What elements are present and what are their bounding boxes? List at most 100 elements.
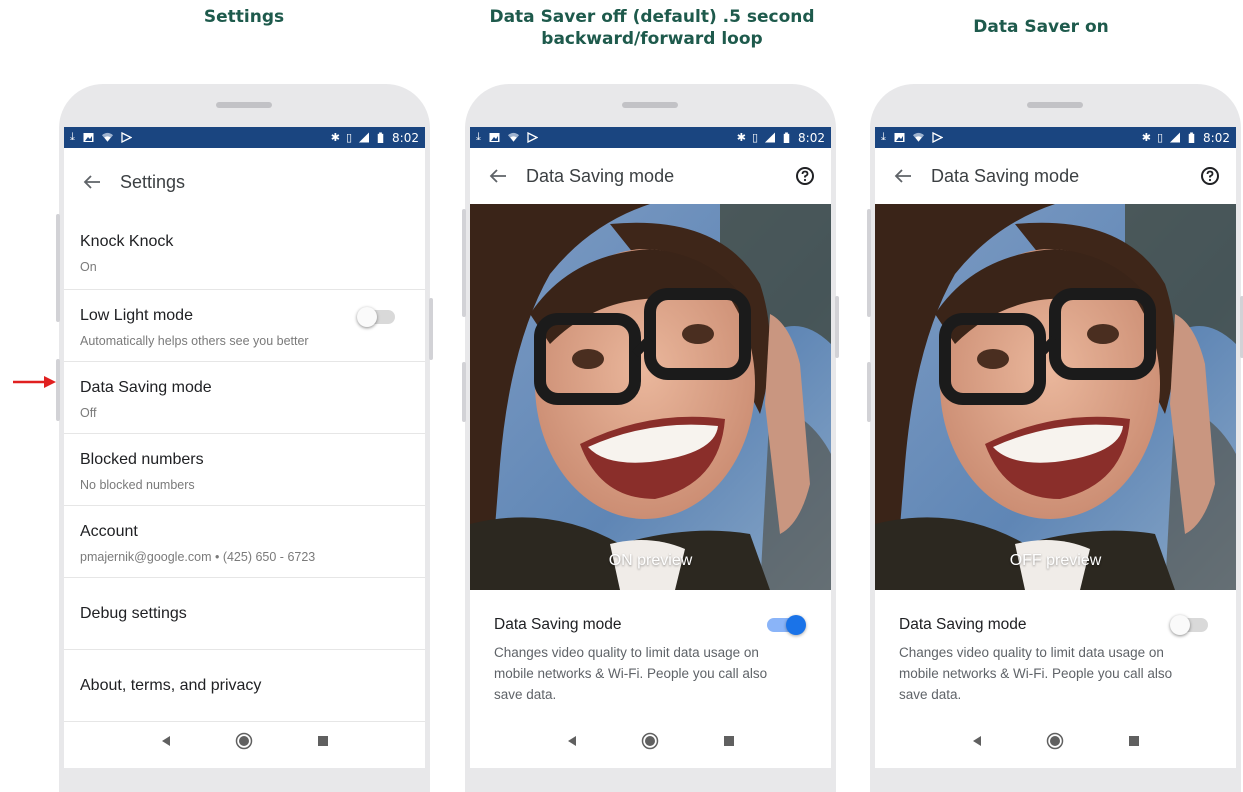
nav-home-icon[interactable] (1046, 732, 1064, 750)
volume-button (867, 209, 871, 317)
data-saving-setting[interactable]: Data Saving mode Changes video quality t… (875, 590, 1236, 705)
play-store-icon (121, 132, 132, 143)
data-saving-toggle[interactable] (1170, 615, 1208, 635)
speaker-grille (1027, 102, 1083, 108)
status-time: 8:02 (392, 130, 419, 145)
nav-bar (64, 714, 425, 768)
status-bar: ⤓ ✱ ▯ 8:02 (64, 127, 425, 148)
back-arrow-icon[interactable] (891, 164, 915, 188)
help-icon[interactable] (793, 164, 817, 188)
red-arrow-icon (13, 376, 56, 388)
nav-recents-icon[interactable] (723, 735, 735, 747)
side-button (462, 362, 466, 422)
nav-back-icon[interactable] (160, 735, 172, 747)
page-title: Settings (120, 171, 186, 192)
page-title: Data Saving mode (931, 165, 1080, 186)
nav-recents-icon[interactable] (317, 735, 329, 747)
download-icon: ⤓ (70, 131, 75, 143)
nav-back-icon[interactable] (971, 735, 983, 747)
data-saving-toolbar: Data Saving mode (470, 148, 831, 204)
settings-heading: Settings (203, 7, 285, 27)
back-arrow-icon[interactable] (80, 170, 104, 194)
data-saver-off-heading: Data Saver off (default) .5 second backw… (489, 7, 815, 49)
item-title: Blocked numbers (80, 451, 204, 468)
toggle-knob (1170, 615, 1190, 635)
data-saving-screen: ⤓ ✱ ▯ 8:02 Data Saving mode (875, 127, 1236, 768)
list-item-blocked-numbers[interactable]: Blocked numbers No blocked numbers (64, 434, 425, 506)
list-item-account[interactable]: Account pmajernik@google.com • (425) 650… (64, 506, 425, 578)
speaker-grille (622, 102, 678, 108)
signal-icon (358, 132, 370, 143)
data-saver-on-heading: Data Saver on (973, 17, 1109, 37)
toggle-knob (357, 307, 377, 327)
settings-screen: ⤓ ✱ ▯ 8:02 Settings Knock Knock On Low L… (64, 127, 425, 768)
setting-title: Data Saving mode (899, 616, 1027, 633)
list-item-low-light-mode[interactable]: Low Light mode Automatically helps other… (64, 290, 425, 362)
bluetooth-icon: ✱ (736, 132, 746, 144)
preview-label: OFF preview (1009, 552, 1102, 569)
vibrate-icon: ▯ (1156, 132, 1164, 144)
data-saving-toggle[interactable] (767, 615, 806, 635)
image-icon (489, 133, 500, 142)
speaker-grille (216, 102, 272, 108)
bluetooth-icon: ✱ (330, 132, 340, 144)
status-time: 8:02 (1203, 130, 1230, 145)
status-bar: ⤓ ✱ ▯ 8:02 (470, 127, 831, 148)
item-title: Knock Knock (80, 233, 174, 250)
list-item-knock-knock[interactable]: Knock Knock On (64, 216, 425, 290)
item-subtitle: On (80, 260, 97, 274)
wifi-icon (507, 132, 519, 142)
item-subtitle: Automatically helps others see you bette… (80, 334, 309, 348)
item-title: Account (80, 523, 138, 540)
data-saving-setting[interactable]: Data Saving mode Changes video quality t… (470, 590, 831, 705)
phone-settings: ⤓ ✱ ▯ 8:02 Settings Knock Knock On Low L… (56, 84, 433, 792)
nav-bar (875, 714, 1236, 768)
status-bar: ⤓ ✱ ▯ 8:02 (875, 127, 1236, 148)
vibrate-icon: ▯ (751, 132, 759, 144)
setting-description: Changes video quality to limit data usag… (899, 645, 1173, 702)
nav-back-icon[interactable] (566, 735, 578, 747)
battery-icon (783, 132, 790, 143)
power-button (835, 296, 839, 358)
wifi-icon (101, 132, 113, 142)
item-subtitle: No blocked numbers (80, 478, 195, 492)
nav-home-icon[interactable] (641, 732, 659, 750)
play-store-icon (527, 132, 538, 143)
image-icon (894, 133, 905, 142)
preview-photo (470, 204, 831, 590)
image-icon (83, 133, 94, 142)
preview-label: ON preview (608, 552, 693, 569)
vibrate-icon: ▯ (345, 132, 353, 144)
item-title: About, terms, and privacy (80, 676, 262, 694)
bluetooth-icon: ✱ (1141, 132, 1151, 144)
low-light-toggle[interactable] (357, 307, 395, 327)
item-subtitle: pmajernik@google.com • (425) 650 - 6723 (80, 550, 316, 564)
phone-data-saver-off: ⤓ ✱ ▯ 8:02 Data Saving mode ON preview D… (462, 84, 839, 792)
list-item-data-saving-mode[interactable]: Data Saving mode Off (64, 362, 425, 434)
signal-icon (1169, 132, 1181, 143)
preview-photo (875, 204, 1236, 590)
play-store-icon (932, 132, 943, 143)
video-preview: OFF preview (875, 204, 1236, 590)
phone-data-saver-on: ⤓ ✱ ▯ 8:02 Data Saving mode OFF preview … (867, 84, 1243, 792)
help-icon[interactable] (1198, 164, 1222, 188)
item-title: Debug settings (80, 604, 187, 622)
battery-icon (1188, 132, 1195, 143)
list-item-debug-settings[interactable]: Debug settings (64, 578, 425, 650)
status-time: 8:02 (798, 130, 825, 145)
item-subtitle: Off (80, 406, 97, 420)
power-button (429, 298, 433, 360)
side-button (867, 362, 871, 422)
setting-description: Changes video quality to limit data usag… (494, 645, 768, 702)
download-icon: ⤓ (881, 131, 886, 143)
item-title: Data Saving mode (80, 379, 212, 396)
list-item-about[interactable]: About, terms, and privacy (64, 650, 425, 722)
volume-button (462, 209, 466, 317)
toggle-knob (786, 615, 806, 635)
nav-home-icon[interactable] (235, 732, 253, 750)
back-arrow-icon[interactable] (486, 164, 510, 188)
wifi-icon (912, 132, 924, 142)
battery-icon (377, 132, 384, 143)
nav-recents-icon[interactable] (1128, 735, 1140, 747)
settings-toolbar: Settings (64, 148, 425, 216)
